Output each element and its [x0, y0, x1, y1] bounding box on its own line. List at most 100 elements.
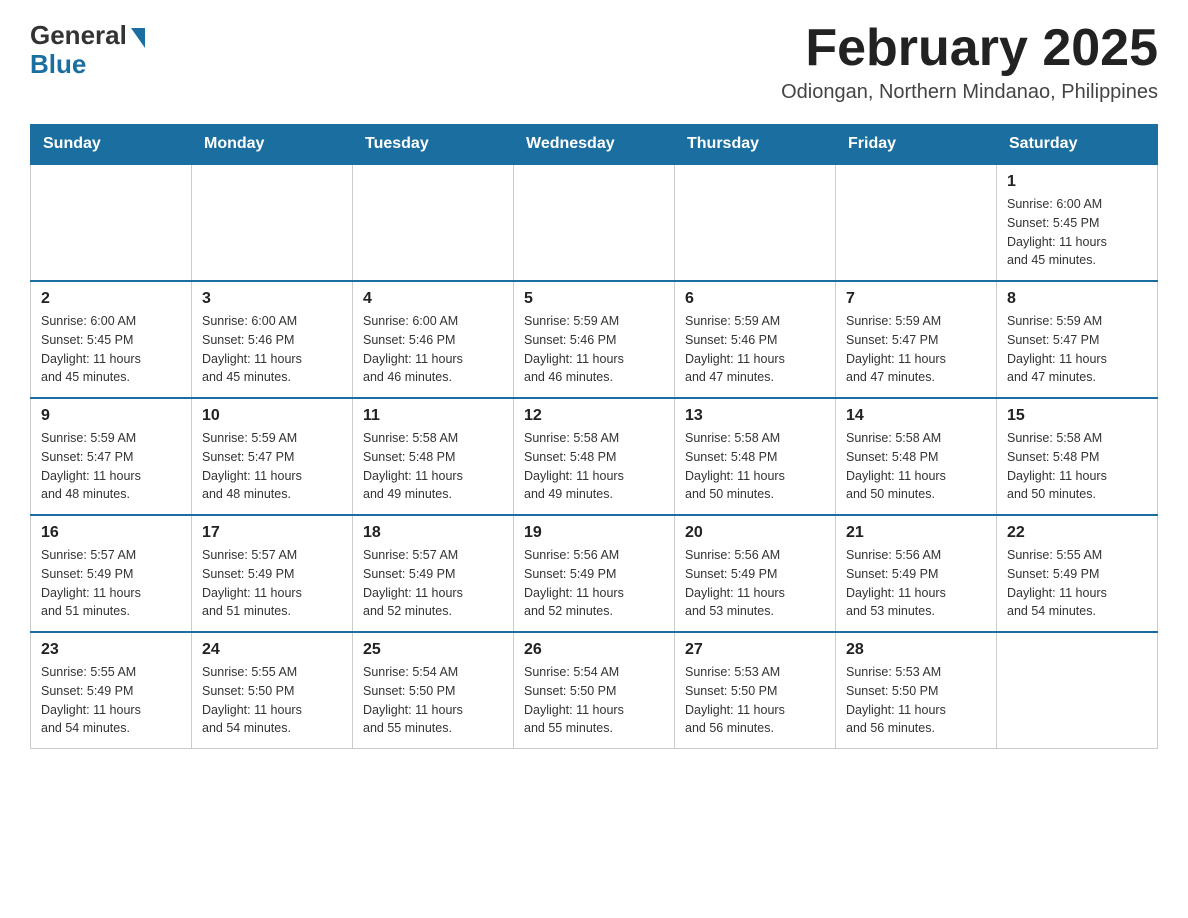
- day-info: Sunrise: 5:57 AMSunset: 5:49 PMDaylight:…: [41, 546, 181, 621]
- calendar-cell: 24 Sunrise: 5:55 AMSunset: 5:50 PMDayligh…: [192, 632, 353, 749]
- day-info: Sunrise: 5:58 AMSunset: 5:48 PMDaylight:…: [363, 429, 503, 504]
- calendar-cell: 18 Sunrise: 5:57 AMSunset: 5:49 PMDayligh…: [353, 515, 514, 632]
- day-info: Sunrise: 6:00 AMSunset: 5:46 PMDaylight:…: [363, 312, 503, 387]
- week-row-3: 9Sunrise: 5:59 AMSunset: 5:47 PMDaylight…: [31, 398, 1158, 515]
- day-info: Sunrise: 5:55 AMSunset: 5:49 PMDaylight:…: [41, 663, 181, 738]
- calendar-cell: 16Sunrise: 5:57 AMSunset: 5:49 PMDayligh…: [31, 515, 192, 632]
- day-info: Sunrise: 6:00 AMSunset: 5:46 PMDaylight:…: [202, 312, 342, 387]
- logo-general-text: General: [30, 20, 127, 51]
- day-number: 17: [202, 524, 342, 542]
- calendar-cell: [31, 164, 192, 281]
- day-number: 3: [202, 290, 342, 308]
- logo-arrow-icon: [131, 28, 145, 48]
- calendar-cell: 28 Sunrise: 5:53 AMSunset: 5:50 PMDayligh…: [836, 632, 997, 749]
- calendar-table: SundayMondayTuesdayWednesdayThursdayFrid…: [30, 124, 1158, 749]
- day-number: 1: [1007, 173, 1147, 191]
- day-info: Sunrise: 5:56 AMSunset: 5:49 PMDaylight:…: [685, 546, 825, 621]
- day-info: Sunrise: 5:56 AMSunset: 5:49 PMDaylight:…: [524, 546, 664, 621]
- calendar-cell: 3 Sunrise: 6:00 AMSunset: 5:46 PMDaylight…: [192, 281, 353, 398]
- day-number: 15: [1007, 407, 1147, 425]
- calendar-cell: 14 Sunrise: 5:58 AMSunset: 5:48 PMDayligh…: [836, 398, 997, 515]
- week-row-4: 16Sunrise: 5:57 AMSunset: 5:49 PMDayligh…: [31, 515, 1158, 632]
- day-number: 18: [363, 524, 503, 542]
- day-number: 26: [524, 641, 664, 659]
- day-info: Sunrise: 5:59 AMSunset: 5:47 PMDaylight:…: [202, 429, 342, 504]
- day-number: 12: [524, 407, 664, 425]
- day-number: 11: [363, 407, 503, 425]
- calendar-cell: [836, 164, 997, 281]
- calendar-cell: 6 Sunrise: 5:59 AMSunset: 5:46 PMDaylight…: [675, 281, 836, 398]
- calendar-cell: 15Sunrise: 5:58 AMSunset: 5:48 PMDayligh…: [997, 398, 1158, 515]
- calendar-cell: 13 Sunrise: 5:58 AMSunset: 5:48 PMDayligh…: [675, 398, 836, 515]
- day-number: 13: [685, 407, 825, 425]
- day-number: 7: [846, 290, 986, 308]
- day-info: Sunrise: 5:56 AMSunset: 5:49 PMDaylight:…: [846, 546, 986, 621]
- calendar-cell: 12 Sunrise: 5:58 AMSunset: 5:48 PMDayligh…: [514, 398, 675, 515]
- calendar-cell: 7 Sunrise: 5:59 AMSunset: 5:47 PMDaylight…: [836, 281, 997, 398]
- day-number: 10: [202, 407, 342, 425]
- logo: General Blue: [30, 20, 145, 80]
- week-row-2: 2 Sunrise: 6:00 AMSunset: 5:45 PMDaylight…: [31, 281, 1158, 398]
- day-info: Sunrise: 6:00 AMSunset: 5:45 PMDaylight:…: [1007, 195, 1147, 270]
- calendar-cell: 21 Sunrise: 5:56 AMSunset: 5:49 PMDayligh…: [836, 515, 997, 632]
- calendar-cell: 11 Sunrise: 5:58 AMSunset: 5:48 PMDayligh…: [353, 398, 514, 515]
- calendar-cell: [353, 164, 514, 281]
- calendar-cell: 17Sunrise: 5:57 AMSunset: 5:49 PMDayligh…: [192, 515, 353, 632]
- day-number: 2: [41, 290, 181, 308]
- day-info: Sunrise: 5:59 AMSunset: 5:47 PMDaylight:…: [1007, 312, 1147, 387]
- calendar-title: February 2025: [781, 20, 1158, 77]
- day-info: Sunrise: 5:59 AMSunset: 5:46 PMDaylight:…: [524, 312, 664, 387]
- calendar-cell: 22 Sunrise: 5:55 AMSunset: 5:49 PMDayligh…: [997, 515, 1158, 632]
- day-info: Sunrise: 5:57 AMSunset: 5:49 PMDaylight:…: [363, 546, 503, 621]
- day-info: Sunrise: 6:00 AMSunset: 5:45 PMDaylight:…: [41, 312, 181, 387]
- calendar-cell: 4 Sunrise: 6:00 AMSunset: 5:46 PMDaylight…: [353, 281, 514, 398]
- calendar-cell: 2 Sunrise: 6:00 AMSunset: 5:45 PMDaylight…: [31, 281, 192, 398]
- calendar-header-thursday: Thursday: [675, 125, 836, 165]
- day-number: 25: [363, 641, 503, 659]
- day-info: Sunrise: 5:55 AMSunset: 5:49 PMDaylight:…: [1007, 546, 1147, 621]
- calendar-cell: 20 Sunrise: 5:56 AMSunset: 5:49 PMDayligh…: [675, 515, 836, 632]
- day-info: Sunrise: 5:59 AMSunset: 5:47 PMDaylight:…: [846, 312, 986, 387]
- week-row-5: 23 Sunrise: 5:55 AMSunset: 5:49 PMDayligh…: [31, 632, 1158, 749]
- day-info: Sunrise: 5:59 AMSunset: 5:47 PMDaylight:…: [41, 429, 181, 504]
- calendar-cell: 25 Sunrise: 5:54 AMSunset: 5:50 PMDayligh…: [353, 632, 514, 749]
- day-info: Sunrise: 5:58 AMSunset: 5:48 PMDaylight:…: [685, 429, 825, 504]
- day-info: Sunrise: 5:54 AMSunset: 5:50 PMDaylight:…: [524, 663, 664, 738]
- day-info: Sunrise: 5:53 AMSunset: 5:50 PMDaylight:…: [685, 663, 825, 738]
- day-number: 4: [363, 290, 503, 308]
- calendar-cell: [997, 632, 1158, 749]
- day-info: Sunrise: 5:53 AMSunset: 5:50 PMDaylight:…: [846, 663, 986, 738]
- calendar-cell: 10 Sunrise: 5:59 AMSunset: 5:47 PMDayligh…: [192, 398, 353, 515]
- day-number: 6: [685, 290, 825, 308]
- day-number: 21: [846, 524, 986, 542]
- calendar-header-saturday: Saturday: [997, 125, 1158, 165]
- day-info: Sunrise: 5:55 AMSunset: 5:50 PMDaylight:…: [202, 663, 342, 738]
- day-number: 28: [846, 641, 986, 659]
- calendar-subtitle: Odiongan, Northern Mindanao, Philippines: [781, 81, 1158, 104]
- calendar-header-sunday: Sunday: [31, 125, 192, 165]
- day-number: 24: [202, 641, 342, 659]
- day-number: 14: [846, 407, 986, 425]
- calendar-cell: 9Sunrise: 5:59 AMSunset: 5:47 PMDaylight…: [31, 398, 192, 515]
- calendar-cell: 8 Sunrise: 5:59 AMSunset: 5:47 PMDaylight…: [997, 281, 1158, 398]
- calendar-cell: 26 Sunrise: 5:54 AMSunset: 5:50 PMDayligh…: [514, 632, 675, 749]
- day-number: 5: [524, 290, 664, 308]
- calendar-header-row: SundayMondayTuesdayWednesdayThursdayFrid…: [31, 125, 1158, 165]
- logo-blue-text: Blue: [30, 49, 86, 80]
- day-number: 22: [1007, 524, 1147, 542]
- day-number: 20: [685, 524, 825, 542]
- title-block: February 2025 Odiongan, Northern Mindana…: [781, 20, 1158, 104]
- page-header: General Blue February 2025 Odiongan, Nor…: [30, 20, 1158, 104]
- day-number: 27: [685, 641, 825, 659]
- calendar-cell: 19 Sunrise: 5:56 AMSunset: 5:49 PMDayligh…: [514, 515, 675, 632]
- day-number: 8: [1007, 290, 1147, 308]
- day-number: 19: [524, 524, 664, 542]
- day-info: Sunrise: 5:58 AMSunset: 5:48 PMDaylight:…: [524, 429, 664, 504]
- day-info: Sunrise: 5:54 AMSunset: 5:50 PMDaylight:…: [363, 663, 503, 738]
- day-info: Sunrise: 5:58 AMSunset: 5:48 PMDaylight:…: [846, 429, 986, 504]
- day-number: 23: [41, 641, 181, 659]
- calendar-header-friday: Friday: [836, 125, 997, 165]
- day-info: Sunrise: 5:59 AMSunset: 5:46 PMDaylight:…: [685, 312, 825, 387]
- calendar-cell: [192, 164, 353, 281]
- calendar-cell: [675, 164, 836, 281]
